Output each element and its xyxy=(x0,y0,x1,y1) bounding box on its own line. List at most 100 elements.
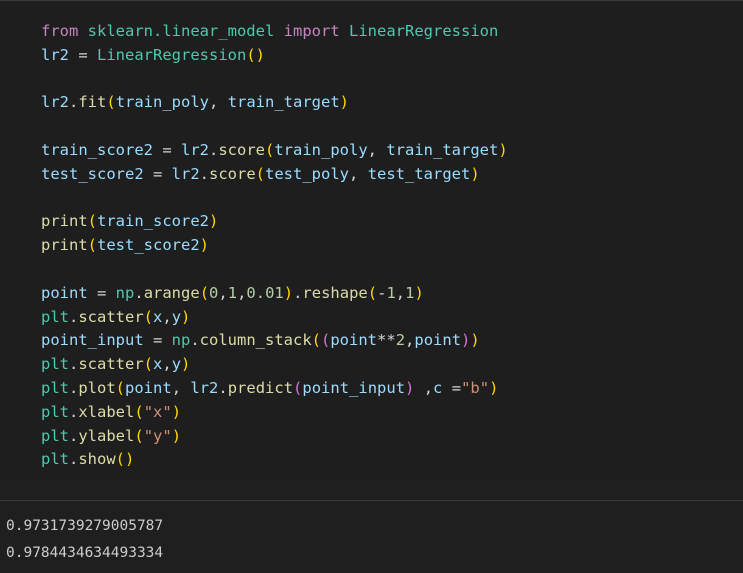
code-line[interactable]: train_score2 = lr2.score(train_poly, tra… xyxy=(41,139,508,163)
code-token: ) xyxy=(470,164,480,183)
code-line[interactable]: print(train_score2) xyxy=(41,210,508,234)
code-token: train_target xyxy=(386,140,499,159)
code-token: train_poly xyxy=(274,140,368,159)
code-token: LinearRegression xyxy=(349,22,499,40)
code-token: . xyxy=(199,164,209,183)
code-token: . xyxy=(218,378,228,397)
code-line[interactable]: test_score2 = lr2.score(test_poly, test_… xyxy=(41,163,508,187)
code-token: ( xyxy=(134,426,144,445)
code-token: ylabel xyxy=(78,426,135,445)
code-line[interactable]: plt.scatter(x,y) xyxy=(41,306,508,330)
code-token: () xyxy=(246,45,265,64)
code-token: ) xyxy=(181,307,191,326)
code-line[interactable]: lr2 = LinearRegression() xyxy=(41,44,508,68)
code-token: import xyxy=(283,22,340,40)
output-line: 0.9731739279005787 xyxy=(6,518,164,534)
code-token: score xyxy=(218,140,265,159)
code-token: = xyxy=(152,140,181,159)
code-token: ( xyxy=(143,307,154,326)
code-token: print xyxy=(41,212,88,231)
code-token: ) xyxy=(339,93,350,112)
code-token: ( xyxy=(367,283,378,302)
code-token: ( xyxy=(134,402,144,421)
code-editor[interactable]: from sklearn.linear_model import LinearR… xyxy=(0,4,743,474)
code-token: ( xyxy=(321,331,331,350)
code-token: "x" xyxy=(143,402,172,421)
code-token: . xyxy=(69,450,79,469)
code-token: 0.01 xyxy=(246,283,284,302)
code-token: LinearRegression xyxy=(97,45,247,64)
code-token: ( xyxy=(293,378,303,397)
code-token: ( xyxy=(87,236,98,255)
code-line[interactable]: plt.plot(point, lr2.predict(point_input)… xyxy=(41,377,508,401)
code-token: arange xyxy=(143,283,200,302)
code-token: ( xyxy=(265,140,275,159)
code-token: . xyxy=(134,283,144,302)
code-token: ( xyxy=(115,378,126,397)
code-token: column_stack xyxy=(199,331,312,350)
code-token: test_target xyxy=(367,164,471,183)
code-token: ) xyxy=(470,331,480,350)
code-token: . xyxy=(69,93,79,112)
code-token: . xyxy=(190,331,200,350)
code-token: ( xyxy=(87,212,98,231)
code-token: , xyxy=(171,378,191,397)
code-token: x xyxy=(153,355,163,374)
code-line[interactable] xyxy=(41,187,508,211)
code-line[interactable]: print(test_score2) xyxy=(41,234,508,258)
code-token: ) xyxy=(171,426,182,445)
code-token: = xyxy=(87,283,116,302)
code-line[interactable]: plt.show() xyxy=(41,448,508,472)
code-block[interactable]: from sklearn.linear_model import LinearR… xyxy=(41,20,508,472)
code-token: plt xyxy=(41,402,69,421)
code-line[interactable] xyxy=(41,258,508,282)
code-line[interactable]: plt.ylabel("y") xyxy=(41,425,508,449)
code-token: point xyxy=(330,331,378,350)
code-token: c xyxy=(433,378,443,397)
code-token: plt xyxy=(41,378,69,397)
code-token: = xyxy=(143,331,172,350)
code-line[interactable]: plt.scatter(x,y) xyxy=(41,353,508,377)
code-token: , xyxy=(414,378,434,397)
code-token: ) xyxy=(199,236,210,255)
code-line[interactable] xyxy=(41,115,508,139)
code-token: lr2 xyxy=(190,378,219,397)
code-token: plt xyxy=(41,355,69,374)
code-token: . xyxy=(208,140,219,159)
code-token: x xyxy=(153,307,163,326)
code-token: print xyxy=(41,236,88,255)
code-token: . xyxy=(69,355,79,374)
code-line[interactable]: plt.xlabel("x") xyxy=(41,401,508,425)
code-token: sklearn.linear_model xyxy=(87,22,275,40)
code-token: 1 xyxy=(386,283,396,302)
code-token: lr2 xyxy=(171,164,200,183)
code-token: 1 xyxy=(227,283,238,302)
code-token: ) xyxy=(461,331,471,350)
code-token: , xyxy=(162,307,172,326)
code-token: ) xyxy=(171,402,182,421)
code-token: point_input xyxy=(41,331,144,350)
code-token: plt xyxy=(41,450,69,469)
code-token: "y" xyxy=(143,426,172,445)
notebook-cell: from sklearn.linear_model import LinearR… xyxy=(0,0,743,573)
code-token: ( xyxy=(311,331,321,350)
code-token: , xyxy=(349,164,368,183)
code-token: plt xyxy=(41,426,69,445)
code-line[interactable]: lr2.fit(train_poly, train_target) xyxy=(41,91,508,115)
code-token: scatter xyxy=(78,307,144,326)
code-token: () xyxy=(115,450,135,469)
code-token: np xyxy=(171,331,191,350)
code-token: lr2 xyxy=(41,45,69,64)
code-token: ) xyxy=(405,378,415,397)
code-token: show xyxy=(78,450,116,469)
code-token: 0 xyxy=(209,283,219,302)
code-line[interactable]: point_input = np.column_stack((point**2,… xyxy=(41,329,508,353)
code-token: lr2 xyxy=(180,140,209,159)
code-token: test_poly xyxy=(265,164,350,183)
code-token: train_target xyxy=(227,93,340,112)
code-line[interactable]: from sklearn.linear_model import LinearR… xyxy=(41,20,508,44)
code-token: ( xyxy=(143,355,154,374)
code-line[interactable] xyxy=(41,68,508,92)
code-line[interactable]: point = np.arange(0,1,0.01).reshape(-1,1… xyxy=(41,282,508,306)
